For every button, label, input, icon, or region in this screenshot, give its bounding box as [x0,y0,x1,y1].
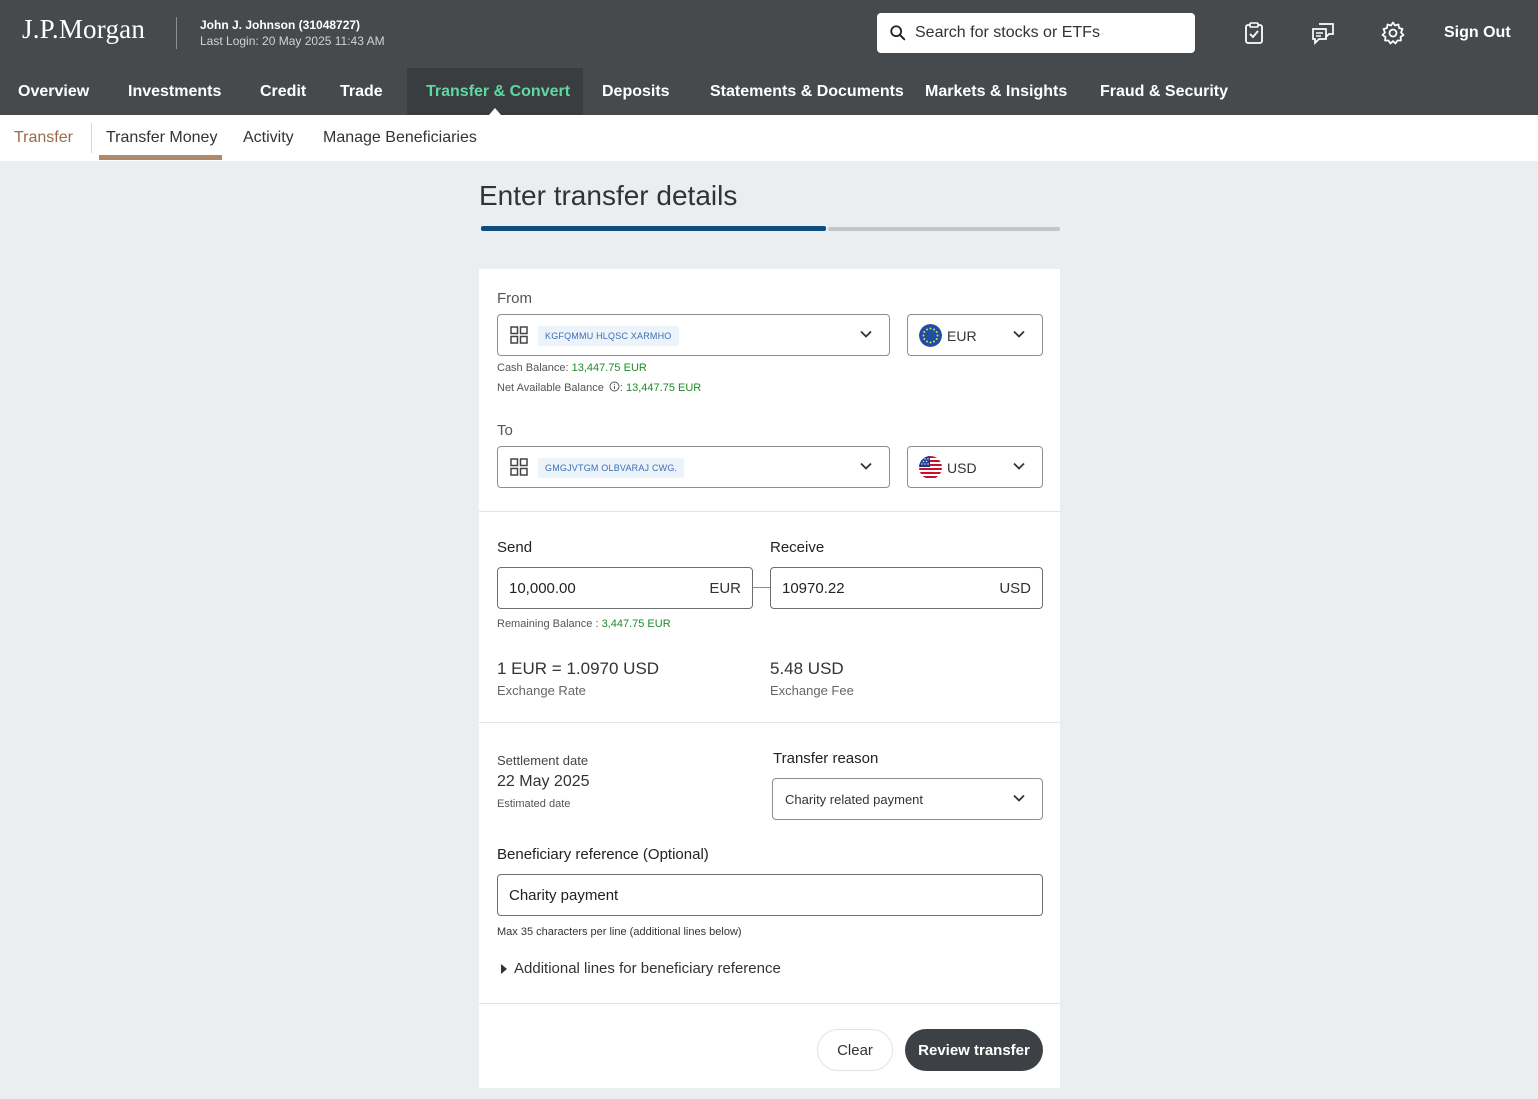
chevron-down-icon [1013,462,1025,470]
search-icon [890,25,906,41]
beneficiary-reference-hint: Max 35 characters per line (additional l… [497,926,742,938]
subnav-root-transfer[interactable]: Transfer [14,129,73,147]
nav-transfer-convert[interactable]: Transfer & Convert [407,68,583,115]
chevron-down-icon [860,462,872,470]
net-available-balance: Net Available Balance : 13,447.75 EUR [497,381,701,394]
to-account-name: GMGJVTGM OLBVARAJ CWG. [538,458,685,478]
from-currency-select[interactable]: EUR [907,314,1043,356]
to-label: To [497,422,513,439]
chevron-down-icon [860,330,872,338]
cash-balance-label: Cash Balance: [497,362,572,374]
grid-icon [510,326,528,344]
nav-trade[interactable]: Trade [340,68,383,115]
section-divider [479,722,1060,723]
clipboard-check-icon[interactable] [1239,18,1269,48]
progress-step-pending [828,227,1060,231]
net-available-value: 13,447.75 EUR [626,382,702,394]
exchange-rate-label: Exchange Rate [497,683,586,698]
net-available-label: Net Available Balance [497,382,604,394]
exchange-fee-label: Exchange Fee [770,683,854,698]
progress-step-complete [481,226,826,231]
nav-overview[interactable]: Overview [18,68,89,115]
receive-label: Receive [770,539,825,556]
to-currency-select[interactable]: USD [907,446,1043,488]
from-label: From [497,290,532,307]
nav-investments[interactable]: Investments [128,68,221,115]
settlement-date-note: Estimated date [497,798,571,810]
send-amount-input[interactable]: 10,000.00 EUR [497,567,753,609]
transfer-reason-value: Charity related payment [785,792,924,807]
section-divider [479,511,1060,512]
cash-balance-value: 13,447.75 EUR [571,362,647,374]
search-placeholder: Search for stocks or ETFs [915,24,1100,41]
send-amount-value: 10,000.00 [509,580,576,597]
exchange-fee-value: 5.48 USD [770,659,844,678]
nav-credit[interactable]: Credit [260,68,306,115]
nav-statements-documents[interactable]: Statements & Documents [710,68,904,115]
from-account-name: KGFQMMU HLQSC XARMHO [538,326,679,346]
tab-manage-beneficiaries[interactable]: Manage Beneficiaries [323,129,477,147]
user-name: John J. Johnson (31048727) [200,18,361,32]
top-header: J.P.Morgan John J. Johnson (31048727) La… [0,0,1538,68]
additional-lines-toggle[interactable]: Additional lines for beneficiary referen… [500,960,781,977]
active-caret-icon [489,108,501,115]
receive-amount-input[interactable]: 10970.22 USD [770,567,1043,609]
receive-amount-value: 10970.22 [782,580,845,597]
grid-icon [510,458,528,476]
remaining-balance: Remaining Balance : 3,447.75 EUR [497,618,671,630]
page-title: Enter transfer details [479,180,738,211]
eu-flag-icon [919,324,942,347]
main-nav: Overview Investments Credit Trade Transf… [0,68,1538,115]
nav-deposits[interactable]: Deposits [602,68,670,115]
section-divider [479,1003,1060,1004]
from-account-select[interactable]: KGFQMMU HLQSC XARMHO [497,314,890,356]
logo[interactable]: J.P.Morgan [22,14,145,45]
send-currency-unit: EUR [709,580,741,597]
chevron-down-icon [1013,330,1025,338]
amount-connector [753,587,770,588]
remaining-balance-value: 3,447.75 EUR [601,618,671,630]
cash-balance: Cash Balance: 13,447.75 EUR [497,362,647,374]
subnav-divider [91,123,92,153]
send-label: Send [497,539,533,556]
remaining-balance-label: Remaining Balance : [497,618,602,630]
chevron-down-icon [1013,794,1025,802]
beneficiary-reference-input[interactable]: Charity payment [497,874,1043,916]
receive-currency-unit: USD [999,580,1031,597]
caret-right-icon [501,963,507,974]
gear-icon[interactable] [1378,18,1408,48]
to-currency-code: USD [947,460,977,476]
tab-activity[interactable]: Activity [243,129,294,147]
review-transfer-button[interactable]: Review transfer [905,1029,1043,1071]
beneficiary-reference-value: Charity payment [509,887,619,904]
nav-markets-insights[interactable]: Markets & Insights [925,68,1067,115]
chat-icon[interactable] [1308,18,1338,48]
nav-transfer-convert-label: Transfer & Convert [426,82,571,100]
sign-out-link[interactable]: Sign Out [1444,24,1511,42]
clear-button[interactable]: Clear [817,1029,893,1071]
sub-nav: Transfer Transfer Money Activity Manage … [0,115,1538,161]
search-input[interactable]: Search for stocks or ETFs [877,13,1195,53]
exchange-rate-value: 1 EUR = 1.0970 USD [497,659,660,678]
settlement-date-label: Settlement date [497,753,589,768]
us-flag-icon [919,456,942,479]
info-icon[interactable] [609,381,620,392]
transfer-reason-label: Transfer reason [773,750,879,767]
active-tab-underline [99,155,222,160]
nav-fraud-security[interactable]: Fraud & Security [1100,68,1228,115]
tab-transfer-money[interactable]: Transfer Money [106,129,217,147]
transfer-reason-select[interactable]: Charity related payment [772,778,1043,820]
last-login: Last Login: 20 May 2025 11:43 AM [200,34,385,48]
logo-divider [176,17,177,49]
settlement-date-value: 22 May 2025 [497,773,590,790]
from-currency-code: EUR [947,328,977,344]
to-account-select[interactable]: GMGJVTGM OLBVARAJ CWG. [497,446,890,488]
additional-lines-label: Additional lines for beneficiary referen… [514,960,781,977]
beneficiary-reference-label: Beneficiary reference (Optional) [497,846,709,863]
